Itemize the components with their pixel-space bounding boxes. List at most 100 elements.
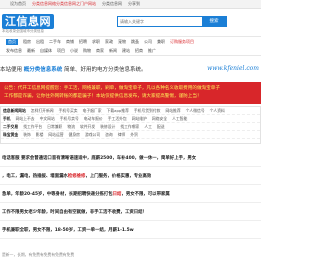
topbar-share[interactable]: 分享到 [128,1,140,7]
nav-item-service[interactable]: 订购服务项目 [170,39,194,45]
category-link[interactable]: 配送 [157,124,165,130]
nav-item[interactable]: 小说 [70,48,78,54]
nav-bar: 首页 租房 出租 二手车 商铺 招聘 求职 家政 宠物 跳蚤 公司 兼职 订购服… [0,36,261,56]
category-link[interactable]: 装修设计 [100,124,115,130]
category-link[interactable]: 中文网站 [40,116,55,122]
site-url[interactable]: www.kfeniel.com [207,65,259,72]
category-link[interactable]: 咨询 [105,132,113,138]
post-title[interactable]: 急单，年龄20-45岁，中等身材，长期招聘快递分拣打包日结，男女不限，可以带家属 [2,191,170,197]
post-title[interactable]: 电话客服 要求会普通话口音有清晰语速适中，底薪2500，车补400，做一休一，简… [2,155,196,161]
nav-item[interactable]: 商铺 [66,39,74,45]
search-input[interactable] [118,17,202,26]
category-link[interactable]: 网站上不去 [16,116,35,122]
category-link[interactable]: 人工 [144,124,152,130]
category-link[interactable]: 找工作平台 [23,124,42,130]
post-text: 工作不限男女老少年龄，时间自由有空就做，非手工活不收费，工资日结！ [2,209,147,215]
topbar-item[interactable]: 分类信息网 [102,1,122,7]
post-item[interactable]: 急单，年龄20-45岁，中等身材，长期招聘快递分拣打包日结，男女不限，可以带家属 [0,185,261,203]
category-link[interactable]: 珠宝黄金 [3,132,18,138]
post-item[interactable]: 电话客服 要求会普通话口音有清晰语速适中，底薪2500，车补400，做一休一，简… [0,149,261,167]
nav-item[interactable]: 建站 [122,48,130,54]
category-link[interactable]: 手机号卖号 [60,116,79,122]
category-link[interactable]: 个人微信号 [186,108,205,114]
post-title[interactable]: 工作不限男女老少年龄，时间自由有空就做，非手工活不收费，工资日结！ [2,209,147,215]
category-link[interactable]: 手工活外包 [108,116,127,122]
post-item[interactable]: 手机兼职全职，男女不限，18-50岁，工资一单一结，月薪1-1.5w [0,221,261,239]
category-link[interactable]: 网络安全 [152,116,167,122]
notice-line: 工作都是诈骗，让你往外网转账的都是骗子！本站仅提供信息发布，请大家提高警惕，谨防… [4,94,202,99]
category-link[interactable]: 手机号买卖 [59,108,78,114]
nav-item[interactable]: 招聘 [79,39,87,45]
nav-item[interactable]: 求职 [92,39,100,45]
nav-item[interactable]: 最新 [27,48,35,54]
category-link[interactable]: 日常兼职 [47,124,62,130]
nav-item[interactable]: 自媒体 [40,48,52,54]
category-link[interactable]: 电动车报价 [84,116,103,122]
category-row: 信息新闻网站 怎样打开新闻 手机号买卖 电子烟厂家 下载app推荐 手机号货到付款 网站推荐… [1,107,260,115]
category-link[interactable]: 手机号货到付款 [134,108,161,114]
category-link[interactable]: 软件开发 [80,124,95,130]
category-link[interactable]: 手机 [3,116,11,122]
nav-item[interactable]: 兼职 [157,39,165,45]
category-link[interactable]: 游戏公司 [85,132,100,138]
logo-text: 江信息网 [2,14,54,29]
post-text: 电话客服 要求会普通话口音有清晰语速适中，底薪2500，车补400，做一休一，简… [2,155,197,161]
category-link[interactable]: 装饰 [23,132,31,138]
category-link[interactable]: 网站维护 [132,116,147,122]
notice-line: 公告：代开工信息网提醒您：手工活，网络兼职，刷单，做淘宝单子，凡以各种名义收取费… [4,86,220,91]
category-row: 二手交易 找工作平台 日常兼职 物流 软件开发 装修设计 找工作哪家 人工 配送 [1,123,260,131]
category-link[interactable]: 二手交易 [3,124,18,130]
nav-item[interactable]: 跳蚤 [131,39,139,45]
nav-item[interactable]: 招商 [135,48,143,54]
slogan-middle: 简单、好用的电方分类信息系统。 [64,67,147,73]
nav-item[interactable]: 公司 [144,39,152,45]
nav-item[interactable]: 新闻 [109,48,117,54]
category-link[interactable]: 找工作哪家 [120,124,139,130]
category-link[interactable]: 律师 [118,132,126,138]
category-link[interactable]: 电子烟厂家 [83,108,102,114]
post-list: 电话客服 要求会普通话口音有清晰语速适中，底薪2500，车补400，做一休一，简… [0,149,261,239]
slogan-banner: 本站便用 概分类信息系统 简单、好用的电方分类信息系统。 www.kfeniel… [0,63,261,77]
nav-item[interactable]: 发布信息 [6,48,22,54]
post-text: ，男女不限，可以带家属 [121,191,170,197]
nav-item[interactable]: 家政 [105,39,113,45]
category-link[interactable]: 怎样打开新闻 [31,108,54,114]
post-item[interactable]: 工作不限男女老少年龄，时间自由有空就做，非手工活不收费，工资日结！ [0,203,261,221]
category-row: 手机 网站上不去 中文网站 手机号卖号 电动车报价 手工活外包 网站维护 网络安全 人工智能 [1,115,260,123]
category-link[interactable]: 信息新闻网站 [3,108,26,114]
category-links: 信息新闻网站 怎样打开新闻 手机号买卖 电子烟厂家 下载app推荐 手机号货到付款 网站推荐… [0,106,261,144]
category-link[interactable]: 下载app推荐 [107,108,129,114]
top-bar: 设为首页 分类信息网络分类信息网之门户网站 分类信息网 分享到 [0,0,261,9]
post-title[interactable]: ，电工，漏电，热插拔、墙面漏水检修维修，上门服务，价格实惠，专业高效 [2,173,151,179]
post-highlight: 检修维修 [67,173,86,179]
slogan-prefix: 本站便用 [0,67,23,73]
nav-item-home[interactable]: 首页 [6,39,18,45]
category-link[interactable]: 影楼 [36,132,44,138]
post-text: 急单，年龄20-45岁，中等身材，长期招聘快递分拣打包 [2,191,113,197]
post-title[interactable]: 手机兼职全职，男女不限，18-50岁，工资一单一结，月薪1-1.5w [2,227,134,233]
nav-item[interactable]: 出租 [36,39,44,45]
topbar-item[interactable]: 设为首页 [10,1,26,7]
logo-subtitle: 本站收录全国城市分类信息 [2,29,44,33]
category-link[interactable]: 网站运营 [48,132,63,138]
search-box: 搜索 [117,16,227,27]
category-link[interactable]: 人工智能 [172,116,187,122]
category-link[interactable]: 外贸 [130,132,138,138]
category-row: 珠宝黄金 装饰 影楼 网站运营 健身房 游戏公司 咨询 律师 外贸 [1,131,260,139]
nav-item[interactable]: 宠物 [118,39,126,45]
nav-item[interactable]: 项目 [57,48,65,54]
category-link[interactable]: 网站推荐 [165,108,180,114]
nav-item[interactable]: 商家 [96,48,104,54]
nav-item[interactable]: 推广 [148,48,156,54]
post-item[interactable]: ，电工，漏电，热插拔、墙面漏水检修维修，上门服务，价格实惠，专业高效 [0,167,261,185]
nav-item[interactable]: 租房 [23,39,31,45]
nav-item[interactable]: 购物 [83,48,91,54]
category-link[interactable]: 个人资料 [210,108,225,114]
topbar-item[interactable]: 分类信息网络分类信息网之门户网站 [32,1,96,7]
slogan-highlight[interactable]: 概分类信息系统 [24,67,63,73]
category-link[interactable]: 健身房 [69,132,80,138]
site-logo[interactable]: 江信息网 [2,14,55,29]
category-link[interactable]: 物流 [67,124,75,130]
nav-item[interactable]: 二手车 [49,39,61,45]
search-button[interactable]: 搜索 [202,17,226,26]
